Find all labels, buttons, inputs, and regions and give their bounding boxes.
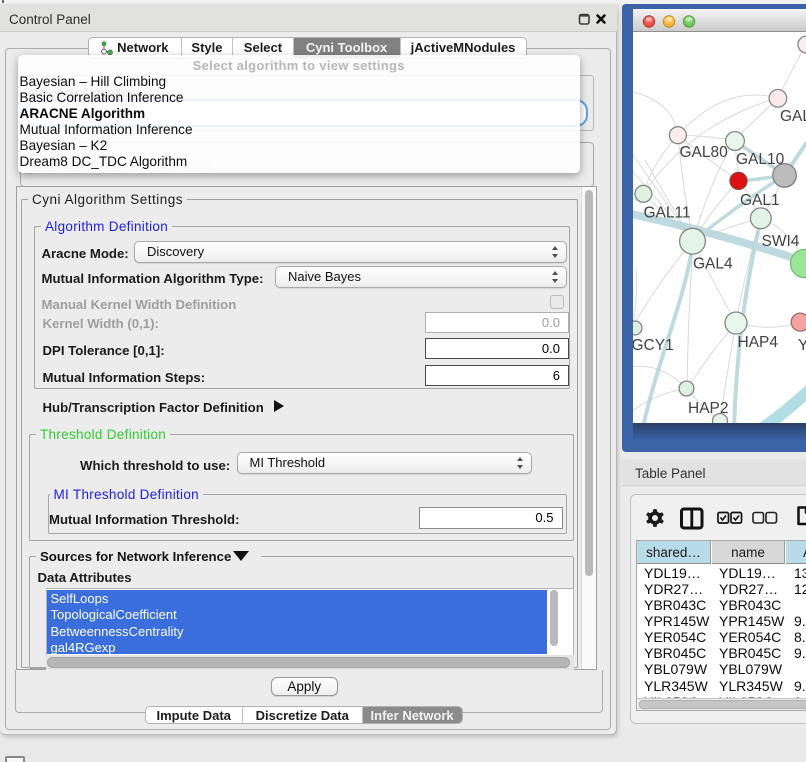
svg-text:GAL10: GAL10 — [736, 151, 785, 168]
svg-text:GAL80: GAL80 — [680, 144, 729, 161]
svg-text:SWI4: SWI4 — [762, 233, 800, 250]
svg-text:GCY1: GCY1 — [633, 337, 674, 354]
svg-text:HAP4: HAP4 — [738, 334, 779, 351]
svg-text:GAL7: GAL7 — [780, 108, 806, 125]
svg-text:GAL4: GAL4 — [693, 255, 733, 272]
svg-text:HAP2: HAP2 — [688, 400, 729, 417]
svg-text:YE: YE — [798, 337, 806, 354]
svg-text:GAL11: GAL11 — [644, 204, 691, 221]
svg-text:GAL1: GAL1 — [740, 192, 780, 209]
